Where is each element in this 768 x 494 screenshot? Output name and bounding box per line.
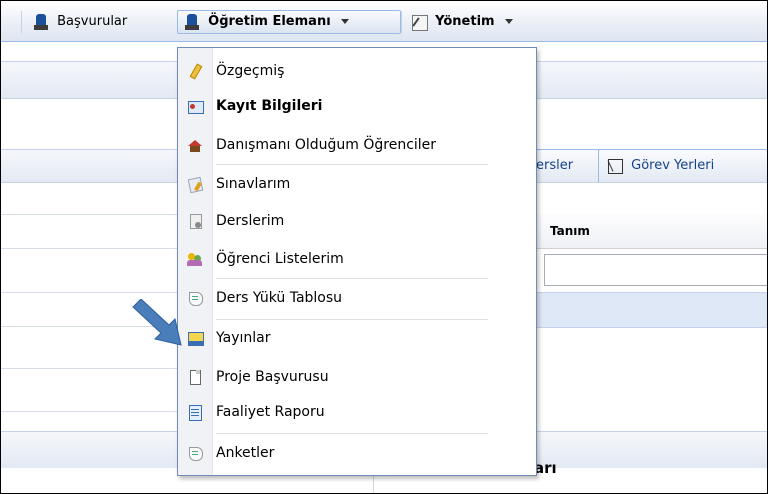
scroll-icon	[187, 445, 203, 461]
menu-item-label: Proje Başvurusu	[216, 369, 329, 385]
menu-ogretim-elemani-button[interactable]: Öğretim Elemanı	[177, 10, 401, 34]
menu-item-label: Danışmanı Olduğum Öğrenciler	[216, 137, 437, 153]
menu-separator	[216, 319, 488, 320]
graduation-cap-icon	[187, 137, 203, 153]
tab-dersler-label: ersler	[536, 158, 574, 173]
chevron-down-icon	[504, 19, 513, 24]
app-window: Başvurular Öğretim Elemanı Yönetim ersle…	[0, 0, 768, 494]
menu-item-faaliyet-raporu[interactable]: Faaliyet Raporu	[178, 397, 536, 427]
menu-item-ders-yuku-tablosu[interactable]: Ders Yükü Tablosu	[178, 283, 536, 313]
menu-item-label: Kayıt Bilgileri	[216, 98, 323, 114]
exam-paper-icon	[187, 176, 203, 192]
menu-separator	[216, 164, 488, 165]
menu-item-label: Ders Yükü Tablosu	[216, 290, 343, 306]
tab-gorev-yerleri[interactable]: Görev Yerleri	[598, 149, 767, 182]
grid-column-header[interactable]: Tanım	[534, 214, 767, 249]
column-header-tanim: Tanım	[550, 224, 590, 238]
id-card-icon	[187, 98, 204, 114]
bottom-panel-title: arı	[534, 459, 557, 477]
user-book-icon	[184, 13, 200, 30]
menu-item-label: Sınavlarım	[216, 176, 291, 192]
menu-yonetim-button[interactable]: Yönetim	[411, 11, 513, 33]
menu-item-yayinlar[interactable]: Yayınlar	[178, 323, 536, 353]
menu-item-label: Faaliyet Raporu	[216, 404, 325, 420]
report-icon	[187, 404, 203, 421]
menu-item-kayit-bilgileri[interactable]: Kayıt Bilgileri	[178, 91, 536, 121]
menubar-separator	[21, 11, 22, 33]
menu-item-label: Derslerim	[216, 213, 285, 229]
selected-table-row[interactable]	[534, 292, 767, 328]
top-menubar: Başvurular Öğretim Elemanı Yönetim	[1, 1, 767, 42]
document-icon	[187, 213, 203, 229]
menu-separator	[216, 433, 488, 434]
menu-item-label: Anketler	[216, 445, 275, 461]
pointer-arrow-icon	[132, 299, 182, 346]
ogretim-elemani-dropdown-menu: Özgeçmiş Kayıt Bilgileri Danışmanı Olduğ…	[177, 47, 537, 476]
menu-ogretim-elemani-label: Öğretim Elemanı	[208, 14, 331, 29]
chevron-down-icon	[340, 19, 349, 24]
page-icon	[187, 369, 203, 385]
tools-icon	[411, 14, 428, 31]
menu-yonetim-label: Yönetim	[435, 14, 495, 29]
menu-item-proje-basvurusu[interactable]: Proje Başvurusu	[178, 362, 536, 392]
user-book-icon	[33, 13, 49, 30]
menu-separator	[216, 278, 488, 279]
menu-basvurular-button[interactable]: Başvurular	[33, 11, 127, 33]
people-icon	[187, 251, 203, 267]
menu-item-sinavlarim[interactable]: Sınavlarım	[178, 169, 536, 199]
tab-gorev-yerleri-label: Görev Yerleri	[631, 158, 715, 173]
tanim-filter-input[interactable]	[544, 254, 767, 286]
menu-basvurular-label: Başvurular	[57, 14, 128, 29]
menu-item-danismani-oldugum-ogrenciler[interactable]: Danışmanı Olduğum Öğrenciler	[178, 130, 536, 160]
menu-item-anketler[interactable]: Anketler	[178, 438, 536, 468]
menu-item-ozgecmis[interactable]: Özgeçmiş	[178, 56, 536, 86]
menubar-separator	[401, 11, 402, 33]
menu-item-label: Öğrenci Listelerim	[216, 251, 344, 267]
menu-item-label: Yayınlar	[216, 330, 271, 346]
frame-icon	[607, 158, 623, 174]
pencil-icon	[187, 63, 203, 79]
menu-item-ogrenci-listelerim[interactable]: Öğrenci Listelerim	[178, 244, 536, 274]
menu-item-derslerim[interactable]: Derslerim	[178, 206, 536, 236]
menu-item-label: Özgeçmiş	[216, 63, 285, 79]
